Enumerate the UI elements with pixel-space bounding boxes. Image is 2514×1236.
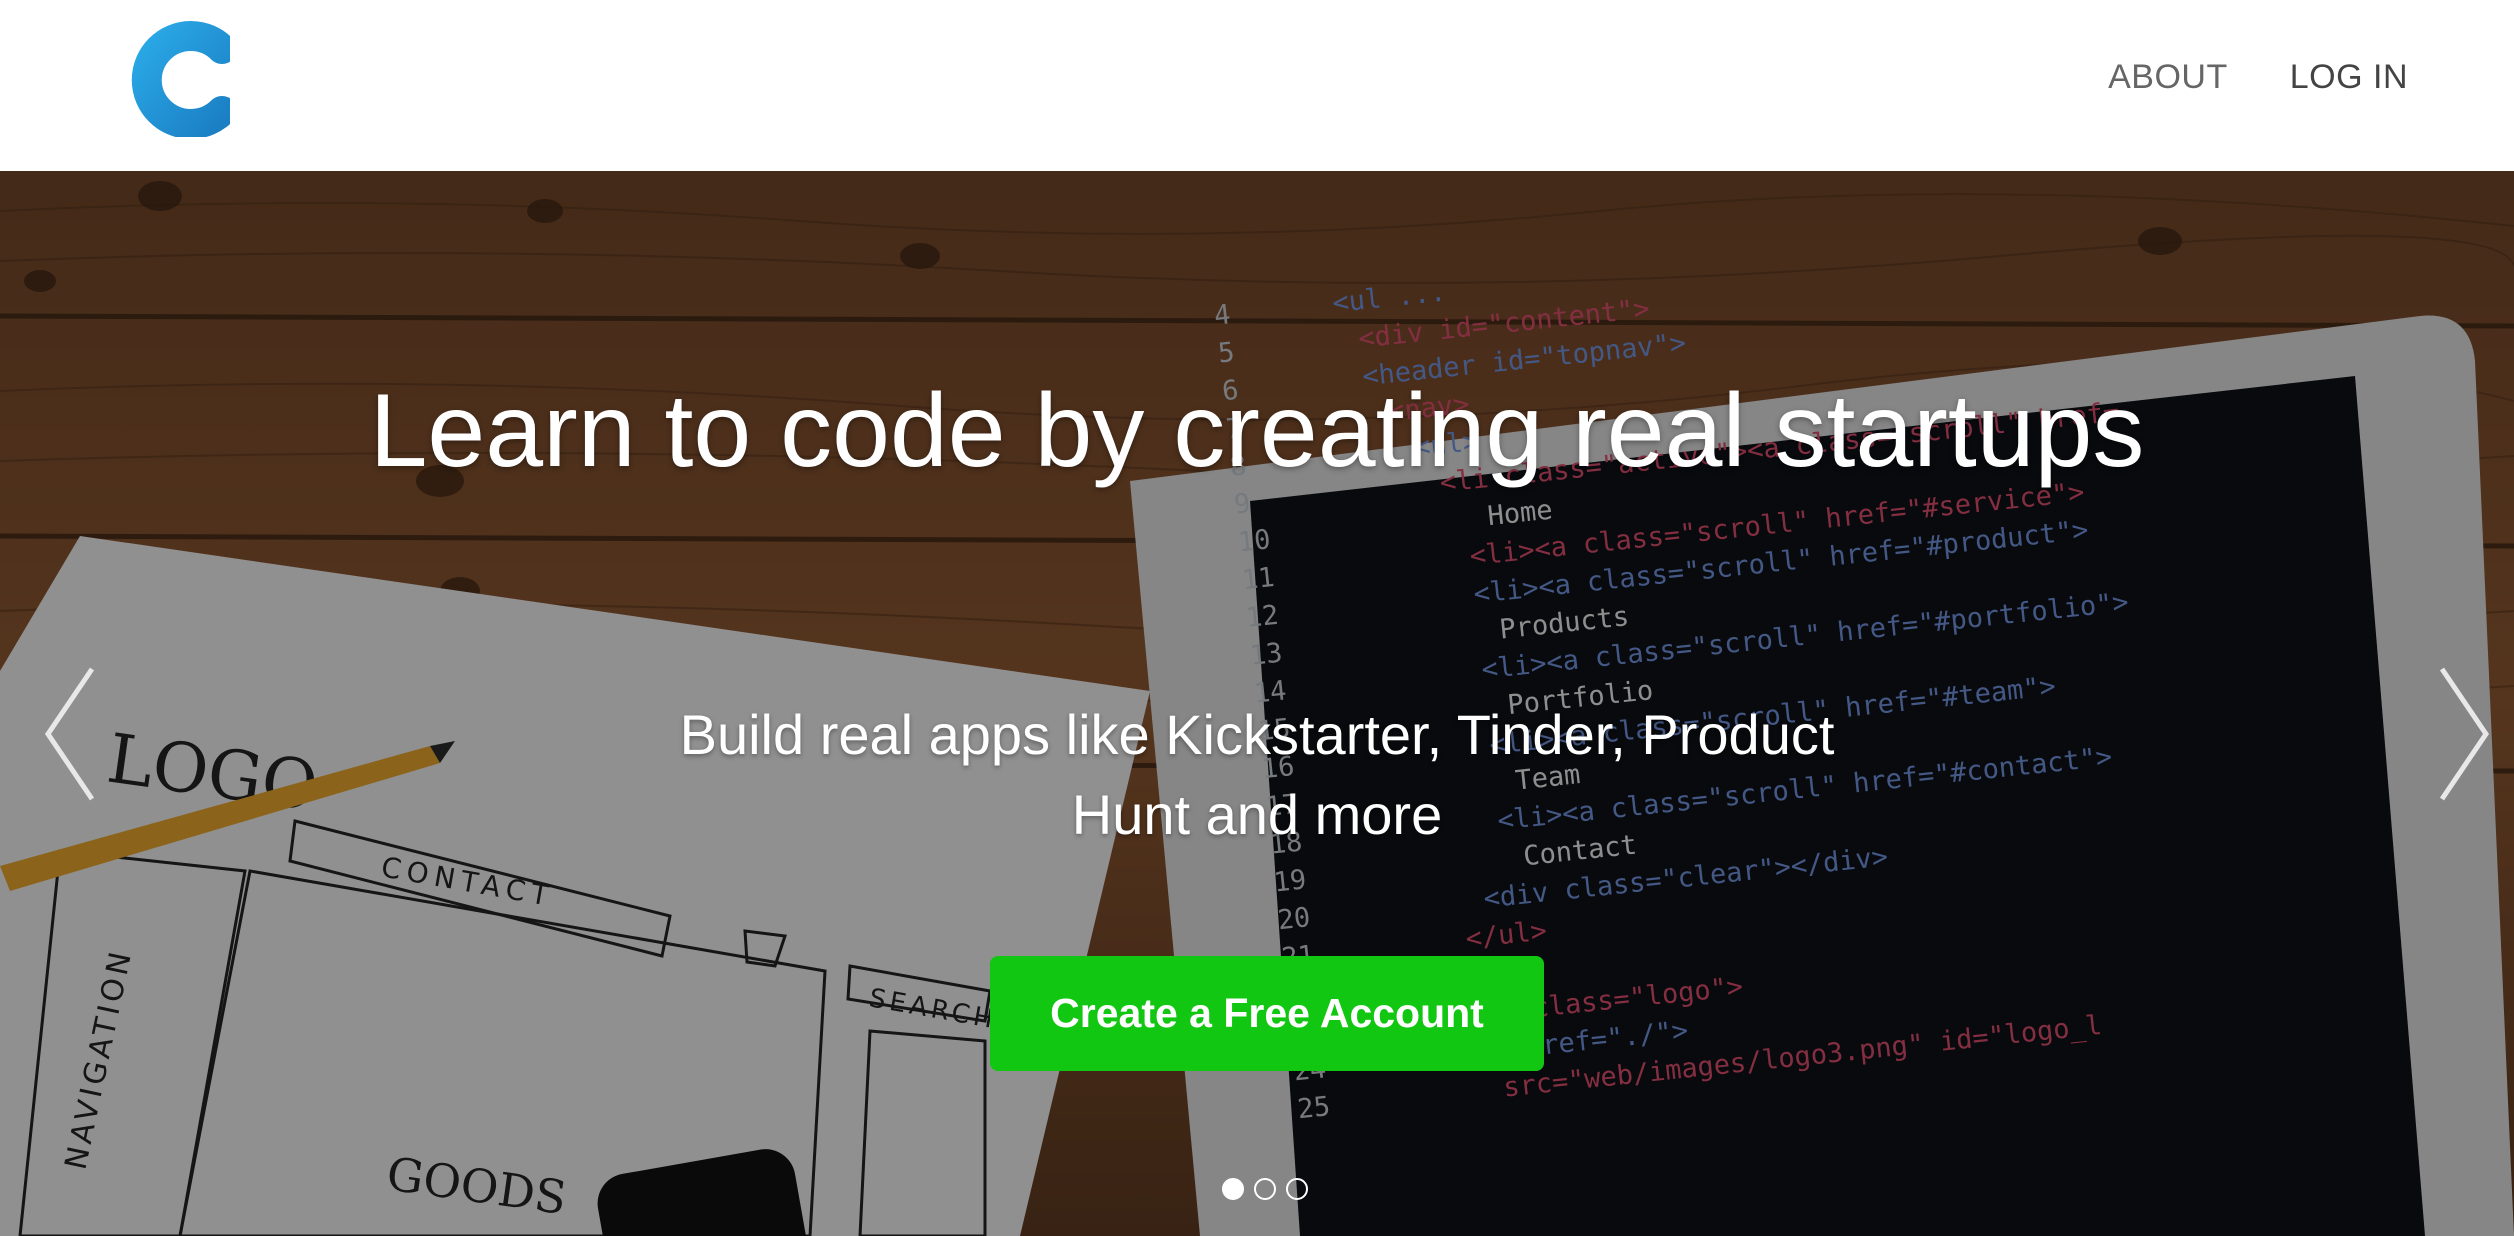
codecademy-logo[interactable] xyxy=(126,21,230,137)
hero-subtitle: Build real apps like Kickstarter, Tinder… xyxy=(679,703,1835,846)
carousel-dot-2[interactable] xyxy=(1254,1178,1276,1200)
nav-login-link[interactable]: LOG IN xyxy=(2290,58,2408,97)
carousel-next-arrow-icon[interactable] xyxy=(2434,664,2494,804)
carousel-prev-arrow-icon[interactable] xyxy=(40,664,100,804)
carousel-dot-3[interactable] xyxy=(1286,1178,1308,1200)
main-nav: ABOUT LOG IN xyxy=(2108,58,2408,97)
carousel-dot-1[interactable] xyxy=(1222,1178,1244,1200)
carousel-indicators xyxy=(1222,1178,1308,1200)
hero-carousel: LOGO CONTACT SEARCH NAVIGATION GOODS 4 <u… xyxy=(0,171,2514,1236)
hero-title: Learn to code by creating real startups xyxy=(369,373,2145,489)
create-free-account-button[interactable]: Create a Free Account xyxy=(990,956,1544,1071)
top-navigation-bar: ABOUT LOG IN xyxy=(0,0,2514,171)
nav-about-link[interactable]: ABOUT xyxy=(2108,58,2228,97)
